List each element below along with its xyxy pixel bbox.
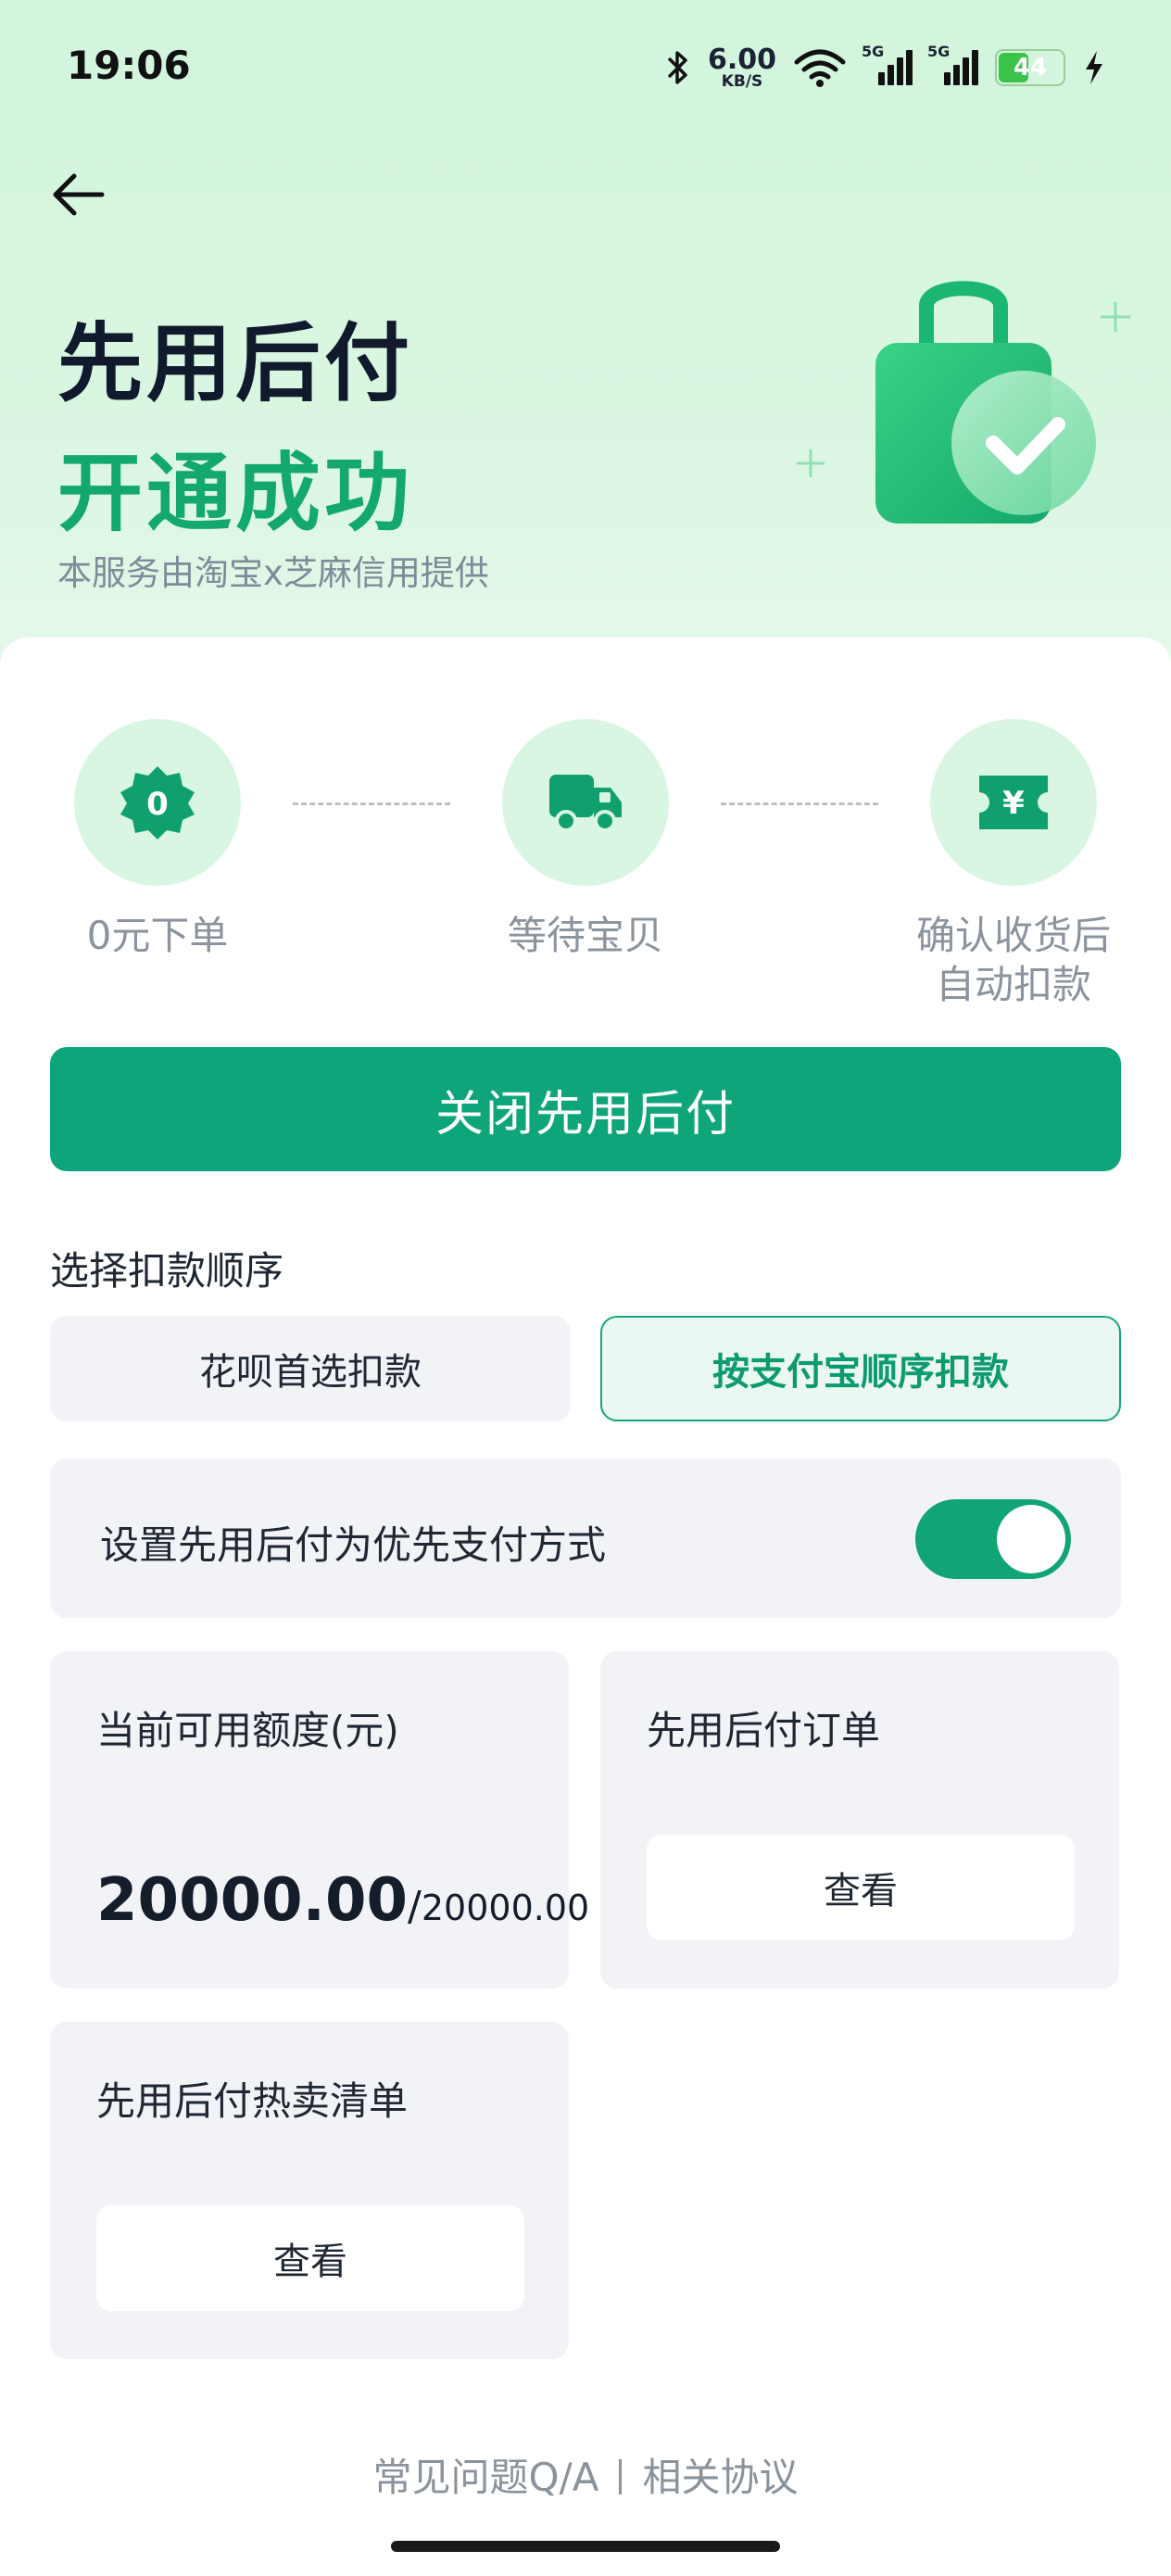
home-indicator[interactable] (391, 2541, 780, 2552)
step-connector (721, 802, 878, 805)
zero-badge-icon: 0 (120, 766, 195, 840)
hot-list-card: 先用后付热卖清单 查看 (50, 2022, 569, 2359)
step-order-icon-wrap: 0 (74, 719, 241, 886)
step-wait-icon-wrap (502, 719, 669, 886)
step-deduct-icon-wrap: ¥ (930, 719, 1097, 886)
step-label-deduct-line1: 确认收货后 (915, 913, 1111, 958)
battery-icon: 44 (995, 49, 1065, 86)
step-connector (293, 802, 450, 805)
faq-link[interactable]: 常见问题Q/A (373, 2455, 599, 2500)
footer-links: 常见问题Q/A 相关协议 (0, 2446, 1171, 2503)
amount-separator: / (408, 1883, 422, 1930)
status-icons: 6.00 KB/S 5G 5G 44 (665, 43, 1106, 91)
back-arrow-icon[interactable] (43, 158, 117, 232)
option-huabei-first[interactable]: 花呗首选扣款 (50, 1316, 571, 1421)
available-amount: 20000.00 (96, 1866, 409, 1935)
success-title: 开通成功 (57, 444, 414, 543)
step-label-wait: 等待宝贝 (507, 913, 663, 958)
signal-icon: 5G (927, 43, 978, 85)
step-label-order: 0元下单 (86, 913, 229, 958)
close-pay-later-button[interactable]: 关闭先用后付 (50, 1047, 1121, 1171)
wifi-icon (794, 49, 846, 87)
page-title: 先用后付 (57, 314, 414, 413)
orders-title: 先用后付订单 (647, 1708, 881, 1753)
option-alipay-order[interactable]: 按支付宝顺序扣款 (600, 1316, 1121, 1421)
signal2-tag: 5G (927, 43, 951, 60)
net-speed-value: 6.00 (707, 43, 776, 76)
credit-limit-card: 当前可用额度(元) 20000.00/20000.00 (50, 1651, 589, 1989)
provider-note: 本服务由淘宝x芝麻信用提供 (57, 553, 489, 593)
total-amount: 20000.00 (421, 1888, 590, 1928)
yuan-ticket-text: ¥ (1002, 785, 1025, 822)
hot-list-title: 先用后付热卖清单 (96, 2078, 409, 2124)
bluetooth-icon (667, 51, 687, 84)
credit-limit-title: 当前可用额度(元) (96, 1708, 399, 1753)
priority-setting-label: 设置先用后付为优先支付方式 (100, 1522, 607, 1568)
footer-divider (619, 2459, 623, 2494)
payment-order-label: 选择扣款顺序 (50, 1248, 284, 1294)
priority-toggle[interactable] (915, 1499, 1071, 1579)
shopping-bag-check-illustration (797, 281, 1130, 524)
view-hot-list-button[interactable]: 查看 (96, 2205, 524, 2311)
credit-amount: 20000.00/20000.00 (96, 1866, 589, 1935)
step-label-deduct-line2: 自动扣款 (935, 961, 1091, 1007)
zero-badge-text: 0 (146, 786, 169, 823)
battery-level: 44 (1013, 54, 1048, 82)
step-label-deduct: 确认收货后 自动扣款 (875, 912, 1152, 1009)
priority-setting-row: 设置先用后付为优先支付方式 (50, 1458, 1121, 1618)
orders-card: 先用后付订单 查看 (600, 1651, 1119, 1989)
agreement-link[interactable]: 相关协议 (642, 2455, 798, 2500)
yuan-ticket-icon: ¥ (979, 776, 1048, 829)
signal-icon: 5G (862, 43, 913, 85)
view-orders-button[interactable]: 查看 (647, 1835, 1075, 1940)
status-bar: 19:06 6.00 KB/S 5G 5G 44 (0, 0, 1171, 139)
toggle-knob (997, 1505, 1065, 1573)
net-speed-unit: KB/S (721, 71, 763, 91)
charging-icon (1086, 51, 1102, 84)
truck-icon (549, 775, 622, 832)
signal1-tag: 5G (862, 43, 885, 60)
net-speed: 6.00 KB/S (707, 43, 776, 91)
status-time: 19:06 (67, 43, 191, 88)
